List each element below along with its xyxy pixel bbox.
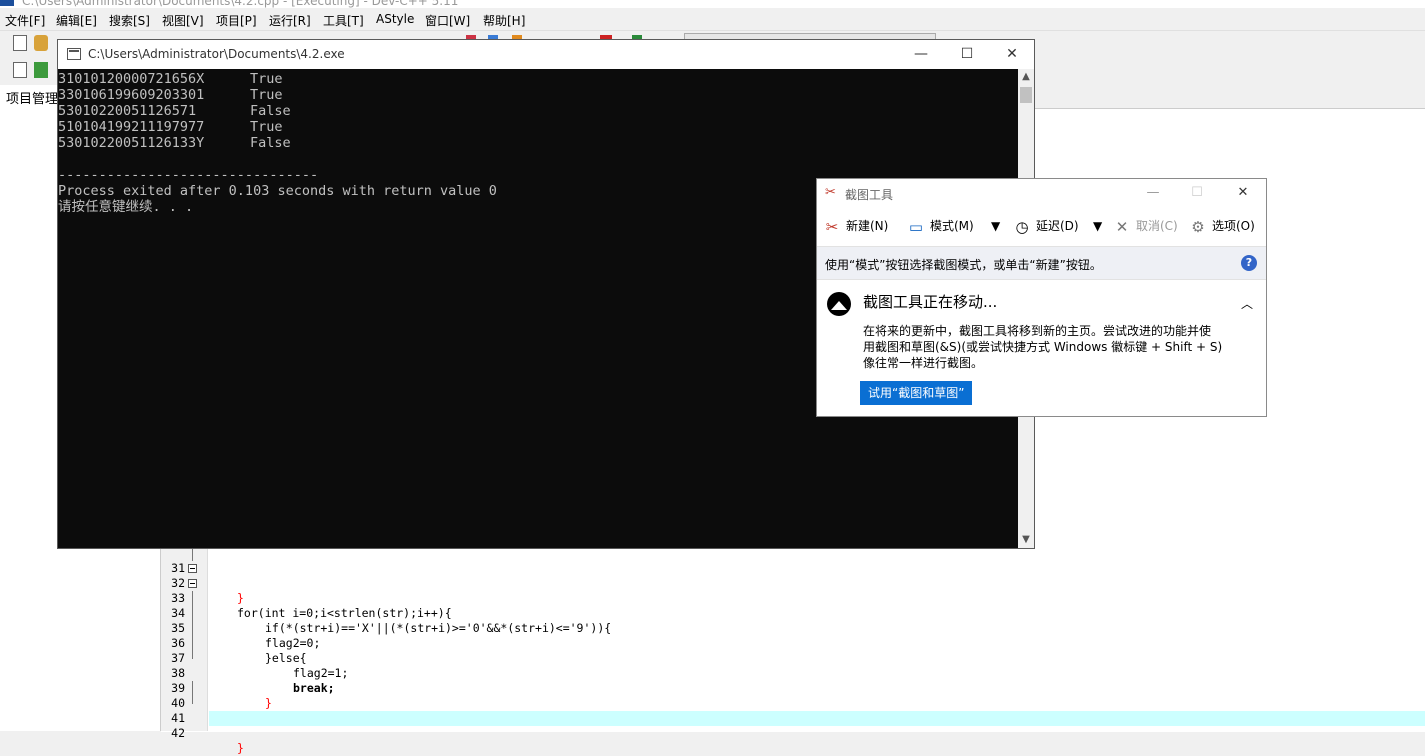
maximize-button[interactable]: ☐ — [944, 40, 990, 69]
console-output-row: 330106199609203301 True — [58, 87, 283, 103]
code-line-33[interactable]: 33 if(*(str+i)=='X'||(*(str+i)>='0'&&*(s… — [161, 576, 611, 635]
notice-body: 在将来的更新中，截图工具将移到新的主页。尝试改进的功能并使 用截图和草图(&S)… — [863, 324, 1223, 370]
code-line-41[interactable]: 41 } — [161, 681, 244, 755]
menu-astyle[interactable]: AStyle — [376, 12, 414, 26]
maximize-button: ☐ — [1191, 185, 1203, 200]
fold-toggle-icon[interactable] — [188, 564, 197, 573]
new-snip-icon: ✂ — [825, 217, 839, 236]
code-line-40[interactable]: 40 — [161, 681, 185, 710]
console-output-row: 53010220051126571 False — [58, 103, 291, 119]
project-panel-tab[interactable]: 项目管理 — [6, 88, 58, 107]
console-title-bar[interactable]: C:\Users\Administrator\Documents\4.2.exe… — [58, 40, 1034, 69]
console-press-key: 请按任意键继续. . . — [58, 199, 194, 215]
current-line-highlight — [209, 711, 1425, 726]
console-app-icon — [67, 48, 81, 60]
cancel-button: ✕ 取消(C) — [1111, 211, 1178, 241]
mode-dropdown-icon[interactable]: ▼ — [991, 211, 1000, 241]
snip-title: 截图工具 — [845, 188, 894, 202]
options-button[interactable]: ⚙ 选项(O) — [1187, 211, 1255, 241]
delay-button[interactable]: ◷ 延迟(D) — [1011, 211, 1078, 241]
scroll-thumb[interactable] — [1020, 87, 1032, 103]
code-line-36[interactable]: 36 flag2=1; — [161, 621, 348, 680]
minimize-button[interactable]: — — [898, 40, 944, 69]
code-line-32[interactable]: 32 for(int i=0;i<strlen(str);i++){ — [161, 561, 452, 620]
code-line-37[interactable]: 37 break; — [161, 636, 335, 695]
scroll-down-icon[interactable]: ▼ — [1018, 532, 1034, 548]
menu-file[interactable]: 文件[F] — [5, 12, 45, 29]
code-line-35[interactable]: 35 }else{ — [161, 606, 307, 665]
console-output-row: 510104199211197977 True — [58, 119, 283, 135]
add-to-project-icon[interactable] — [34, 62, 48, 78]
clock-icon: ◷ — [1015, 217, 1029, 236]
menu-project[interactable]: 项目[P] — [216, 12, 257, 29]
chevron-up-icon[interactable]: ︿ — [1241, 295, 1253, 312]
devcpp-title-bar: C:\Users\Administrator\Documents\4.2.cpp… — [0, 0, 1425, 8]
console-exit-message: Process exited after 0.103 seconds with … — [58, 183, 497, 199]
snipping-tool-window: ✂ 截图工具 — ☐ ✕ ✂ 新建(N) ▭ 模式(M) ▼ ◷ 延迟(D) ▼ ✕ 取… — [816, 178, 1267, 417]
new-snip-button[interactable]: ✂ 新建(N) — [821, 211, 889, 241]
menu-view[interactable]: 视图[V] — [162, 12, 204, 29]
delay-dropdown-icon[interactable]: ▼ — [1093, 211, 1102, 241]
mode-button[interactable]: ▭ 模式(M) — [905, 211, 974, 241]
scroll-up-icon[interactable]: ▲ — [1018, 69, 1034, 85]
menu-edit[interactable]: 编辑[E] — [56, 12, 97, 29]
console-separator: -------------------------------- — [58, 167, 319, 183]
try-snip-sketch-button[interactable]: 试用“截图和草图” — [860, 381, 973, 405]
code-line-42[interactable]: 42 — [161, 711, 185, 740]
help-icon[interactable]: ? — [1241, 255, 1257, 271]
rectangle-mode-icon: ▭ — [908, 217, 924, 236]
menu-run[interactable]: 运行[R] — [269, 12, 311, 29]
snip-hint-bar: 使用“模式”按钮选择截图模式，或单击“新建”按钮。 ? — [817, 246, 1266, 280]
menu-search[interactable]: 搜索[S] — [109, 12, 150, 29]
snip-toolbar: ✂ 新建(N) ▭ 模式(M) ▼ ◷ 延迟(D) ▼ ✕ 取消(C) ⚙ 选项(O) — [817, 211, 1266, 241]
menu-bar: 文件[F] 编辑[E] 搜索[S] 视图[V] 项目[P] 运行[R] 工具[T… — [0, 9, 1425, 29]
new-file-icon[interactable] — [13, 35, 27, 51]
console-output-row: 31010120000721656X True — [58, 71, 283, 87]
gear-icon: ⚙ — [1191, 217, 1205, 236]
snip-sketch-icon — [827, 292, 851, 316]
devcpp-app-icon — [0, 0, 14, 6]
devcpp-window-title: C:\Users\Administrator\Documents\4.2.cpp… — [22, 0, 459, 8]
code-line-34[interactable]: 34 flag2=0; — [161, 591, 320, 650]
menu-tools[interactable]: 工具[T] — [323, 12, 364, 29]
console-output-row: 53010220051126133Y False — [58, 135, 291, 151]
notice-title: 截图工具正在移动... — [863, 293, 998, 311]
close-button[interactable]: ✕ — [1221, 179, 1265, 207]
open-file-icon[interactable] — [34, 35, 48, 51]
code-line-39[interactable]: 39 — [161, 666, 185, 695]
console-title: C:\Users\Administrator\Documents\4.2.exe — [88, 47, 345, 61]
menu-help[interactable]: 帮助[H] — [483, 12, 525, 29]
code-line-38[interactable]: 38 } — [161, 651, 272, 710]
menu-window[interactable]: 窗口[W] — [425, 12, 470, 29]
close-button[interactable]: ✕ — [989, 40, 1035, 69]
minimize-button[interactable]: — — [1131, 179, 1175, 207]
snip-hint-text: 使用“模式”按钮选择截图模式，或单击“新建”按钮。 — [825, 258, 1102, 272]
snip-title-bar[interactable]: ✂ 截图工具 — ☐ ✕ — [817, 179, 1266, 207]
scissors-icon: ✂ — [825, 185, 836, 200]
cancel-icon: ✕ — [1115, 217, 1129, 236]
fold-toggle-icon[interactable] — [188, 579, 197, 588]
project-icon[interactable] — [13, 62, 27, 78]
